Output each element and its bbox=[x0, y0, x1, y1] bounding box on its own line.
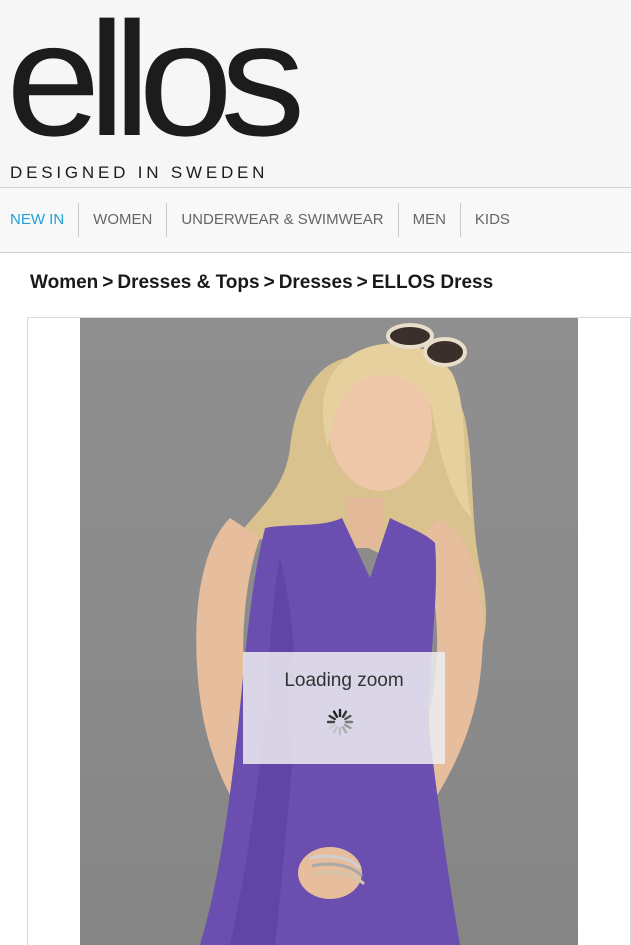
breadcrumb: Women > Dresses & Tops > Dresses > ELLOS Dress bbox=[30, 272, 493, 294]
logo-tagline: DESIGNED IN SWEDEN bbox=[10, 163, 269, 182]
nav-item-men[interactable]: MEN bbox=[397, 203, 460, 237]
product-photo[interactable] bbox=[80, 318, 578, 945]
loading-zoom-text: Loading zoom bbox=[284, 670, 404, 691]
breadcrumb-item-women[interactable]: Women bbox=[30, 272, 98, 293]
main-navigation: NEW IN WOMEN UNDERWEAR & SWIMWEAR MEN KI… bbox=[0, 187, 631, 253]
breadcrumb-item-dresses-tops[interactable]: Dresses & Tops bbox=[117, 272, 259, 293]
site-header: ellos DESIGNED IN SWEDEN bbox=[0, 0, 631, 187]
nav-item-underwear-swimwear[interactable]: UNDERWEAR & SWIMWEAR bbox=[166, 203, 397, 237]
breadcrumb-separator: > bbox=[102, 272, 114, 293]
breadcrumb-item-current: ELLOS Dress bbox=[371, 272, 494, 293]
breadcrumb-separator: > bbox=[356, 272, 368, 293]
logo-wordmark: ellos bbox=[6, 0, 305, 170]
breadcrumb-separator: > bbox=[263, 272, 275, 293]
model-illustration bbox=[196, 323, 486, 945]
loading-spinner-icon bbox=[326, 708, 354, 736]
breadcrumb-item-dresses[interactable]: Dresses bbox=[279, 272, 353, 293]
nav-item-women[interactable]: WOMEN bbox=[78, 203, 166, 237]
nav-item-kids[interactable]: KIDS bbox=[459, 203, 524, 237]
page: ellos DESIGNED IN SWEDEN NEW IN WOMEN UN… bbox=[0, 0, 631, 945]
loading-zoom-overlay: Loading zoom bbox=[243, 652, 445, 764]
nav-list: NEW IN WOMEN UNDERWEAR & SWIMWEAR MEN KI… bbox=[0, 188, 524, 252]
nav-item-new-in[interactable]: NEW IN bbox=[0, 203, 78, 237]
ellos-logo[interactable]: ellos bbox=[6, 0, 315, 186]
